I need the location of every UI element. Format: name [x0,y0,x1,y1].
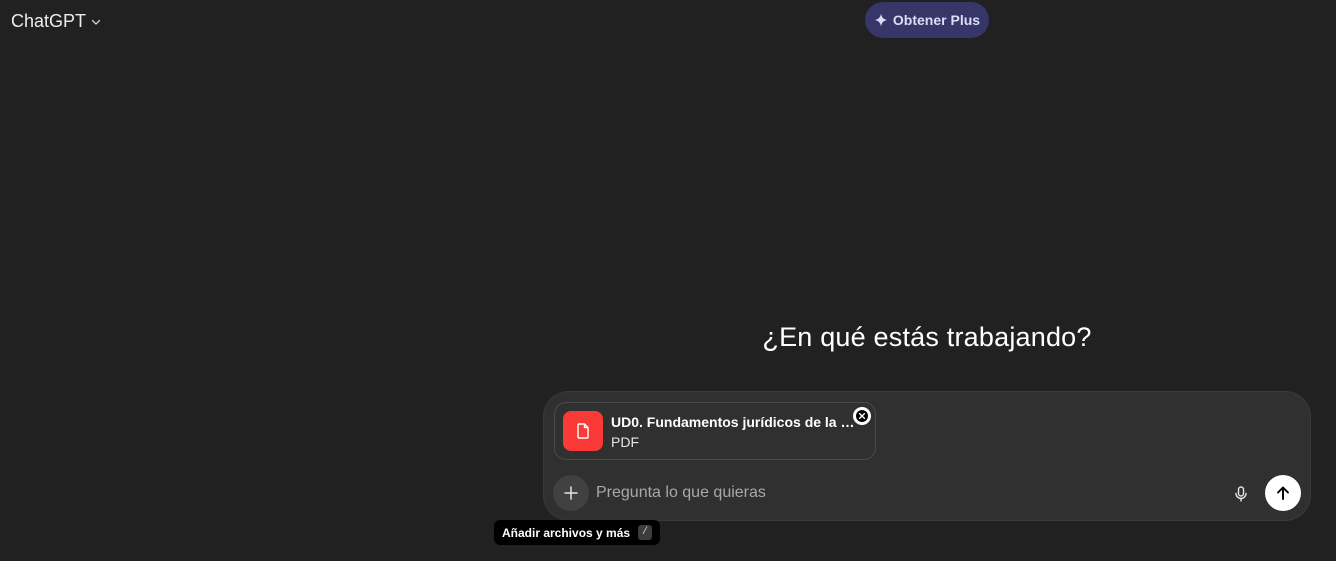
tooltip-label: Añadir archivos y más [502,525,631,540]
attachment-name: UD0. Fundamentos jurídicos de la seg... [611,414,861,430]
document-icon [563,411,603,451]
add-files-tooltip: Añadir archivos y más / [494,520,661,545]
remove-attachment-button[interactable] [853,407,871,425]
attachment-chip[interactable]: UD0. Fundamentos jurídicos de la seg... … [554,402,876,460]
chevron-down-icon [91,19,101,25]
microphone-icon [1235,486,1247,502]
get-plus-label: Obtener Plus [892,12,981,28]
close-circle-icon [856,410,868,422]
dictate-button[interactable] [1229,482,1253,506]
plus-icon [564,486,578,500]
model-switcher[interactable]: ChatGPT [11,9,102,33]
model-label: ChatGPT [11,10,87,31]
arrow-up-icon [1277,486,1289,500]
sparkle-icon [874,13,888,27]
get-plus-button[interactable]: Obtener Plus [865,2,989,38]
composer: UD0. Fundamentos jurídicos de la seg... … [543,391,1311,521]
add-files-button[interactable] [553,475,589,511]
attachment-type: PDF [611,434,639,450]
page-headline: ¿En qué estás trabajando? [762,322,1092,352]
send-button[interactable] [1265,475,1301,511]
prompt-input[interactable] [596,480,1216,506]
tooltip-shortcut: / [638,525,653,540]
